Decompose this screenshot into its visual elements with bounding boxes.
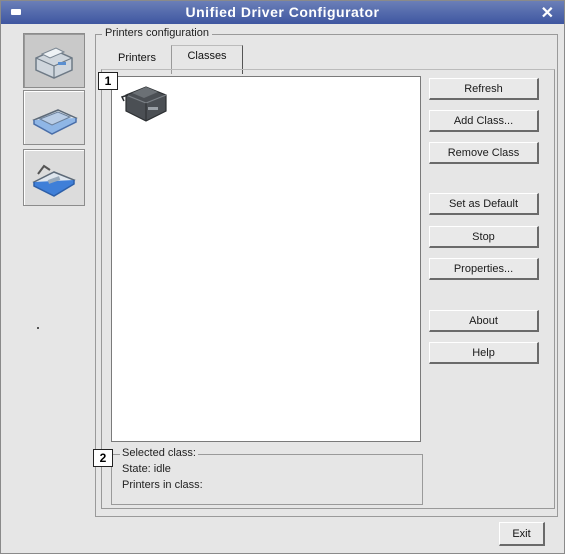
about-button[interactable]: About [429, 310, 539, 332]
remove-class-button[interactable]: Remove Class [429, 142, 539, 164]
properties-button[interactable]: Properties... [429, 258, 539, 280]
sidebar-item-ports[interactable] [23, 149, 85, 206]
scanner-icon [32, 108, 78, 135]
list-item[interactable] [120, 81, 170, 130]
printer-class-icon [120, 86, 167, 122]
window-title: Unified Driver Configurator [185, 4, 380, 20]
callout-2: 2 [93, 449, 113, 467]
help-button[interactable]: Help [429, 342, 539, 364]
stop-button[interactable]: Stop [429, 226, 539, 248]
close-button[interactable]: ✕ [541, 3, 554, 23]
printer-icon [35, 46, 73, 79]
selected-class-printers: Printers in class: [122, 479, 203, 491]
title-bar[interactable]: Unified Driver Configurator ✕ [1, 1, 564, 24]
class-list[interactable] [111, 76, 421, 442]
add-class-button[interactable]: Add Class... [429, 110, 539, 132]
selected-class-title: Selected class: [120, 447, 198, 459]
sidebar-item-printers[interactable] [23, 33, 85, 88]
exit-button[interactable]: Exit [499, 522, 545, 546]
group-title: Printers configuration [102, 27, 212, 39]
callout-1: 1 [98, 72, 118, 90]
refresh-button[interactable]: Refresh [429, 78, 539, 100]
sidebar-item-scanners[interactable] [23, 90, 85, 145]
artifact-dot [37, 327, 39, 329]
app-window: Unified Driver Configurator ✕ Printers c… [0, 0, 565, 554]
port-icon [32, 164, 76, 197]
selected-class-state: State: idle [122, 463, 171, 475]
set-as-default-button[interactable]: Set as Default [429, 193, 539, 215]
